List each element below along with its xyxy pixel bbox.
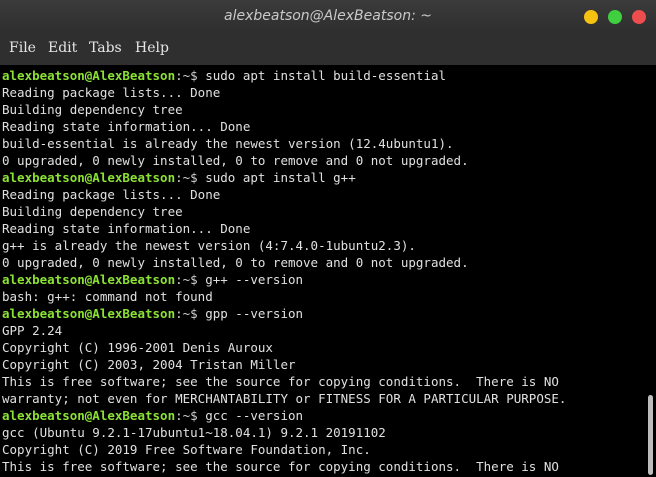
output-line: Reading state information... Done	[2, 119, 251, 134]
menu-tabs[interactable]: Tabs	[89, 33, 122, 65]
prompt-line: alexbeatson@AlexBeatson:~$ sudo apt inst…	[2, 67, 566, 84]
output-line: g++ is already the newest version (4:7.4…	[2, 238, 416, 253]
prompt-command: gcc --version	[205, 408, 304, 423]
output-line: bash: g++: command not found	[2, 289, 213, 304]
minimize-button[interactable]	[584, 10, 598, 24]
prompt-user: alexbeatson@AlexBeatson	[2, 408, 176, 423]
maximize-button[interactable]	[608, 10, 622, 24]
output-line: Building dependency tree	[2, 102, 183, 117]
prompt-path: :~$	[175, 408, 206, 423]
scrollbar[interactable]	[645, 65, 656, 477]
output-line: Copyright (C) 2019 Free Software Foundat…	[2, 442, 371, 457]
close-button[interactable]	[632, 10, 646, 24]
prompt-user: alexbeatson@AlexBeatson	[2, 170, 176, 185]
prompt-path: :~$	[175, 306, 206, 321]
output-line: This is free software; see the source fo…	[2, 459, 559, 474]
output-line: This is free software; see the source fo…	[2, 374, 559, 389]
prompt-line: alexbeatson@AlexBeatson:~$ g++ --version	[2, 271, 566, 288]
window-title: alexbeatson@AlexBeatson: ~	[224, 8, 432, 24]
title-bar[interactable]: alexbeatson@AlexBeatson: ~	[0, 0, 656, 33]
output-line: gcc (Ubuntu 9.2.1-17ubuntu1~18.04.1) 9.2…	[2, 425, 386, 440]
prompt-user: alexbeatson@AlexBeatson	[2, 306, 176, 321]
terminal-window: alexbeatson@AlexBeatson: ~ File Edit Tab…	[0, 0, 656, 477]
prompt-command: gpp --version	[205, 306, 304, 321]
output-line: Reading package lists... Done	[2, 187, 221, 202]
menu-edit[interactable]: Edit	[48, 33, 77, 65]
output-line: warranty; not even for MERCHANTABILITY o…	[2, 391, 567, 406]
menu-help[interactable]: Help	[135, 33, 169, 65]
output-line: Copyright (C) 1996-2001 Denis Auroux	[2, 340, 273, 355]
output-line: 0 upgraded, 0 newly installed, 0 to remo…	[2, 255, 469, 270]
output-line: Reading package lists... Done	[2, 85, 221, 100]
prompt-command: sudo apt install g++	[205, 170, 356, 185]
prompt-command: sudo apt install build-essential	[205, 68, 447, 83]
output-line: Building dependency tree	[2, 204, 183, 219]
output-line: Reading state information... Done	[2, 221, 251, 236]
terminal-output[interactable]: alexbeatson@AlexBeatson:~$ sudo apt inst…	[0, 65, 645, 477]
prompt-user: alexbeatson@AlexBeatson	[2, 272, 176, 287]
prompt-line: alexbeatson@AlexBeatson:~$ gcc --version	[2, 407, 566, 424]
prompt-line: alexbeatson@AlexBeatson:~$ sudo apt inst…	[2, 169, 566, 186]
menu-bar: File Edit Tabs Help	[0, 33, 656, 65]
prompt-path: :~$	[175, 170, 206, 185]
prompt-path: :~$	[175, 272, 206, 287]
terminal-lines: alexbeatson@AlexBeatson:~$ sudo apt inst…	[2, 67, 566, 475]
prompt-command: g++ --version	[205, 272, 304, 287]
prompt-line: alexbeatson@AlexBeatson:~$ gpp --version	[2, 305, 566, 322]
output-line: build-essential is already the newest ve…	[2, 136, 454, 151]
prompt-path: :~$	[175, 68, 206, 83]
prompt-user: alexbeatson@AlexBeatson	[2, 68, 176, 83]
output-line: 0 upgraded, 0 newly installed, 0 to remo…	[2, 153, 469, 168]
output-line: GPP 2.24	[2, 323, 63, 338]
output-line: Copyright (C) 2003, 2004 Tristan Miller	[2, 357, 296, 372]
menu-file[interactable]: File	[9, 33, 36, 65]
scrollbar-thumb[interactable]	[648, 395, 653, 475]
